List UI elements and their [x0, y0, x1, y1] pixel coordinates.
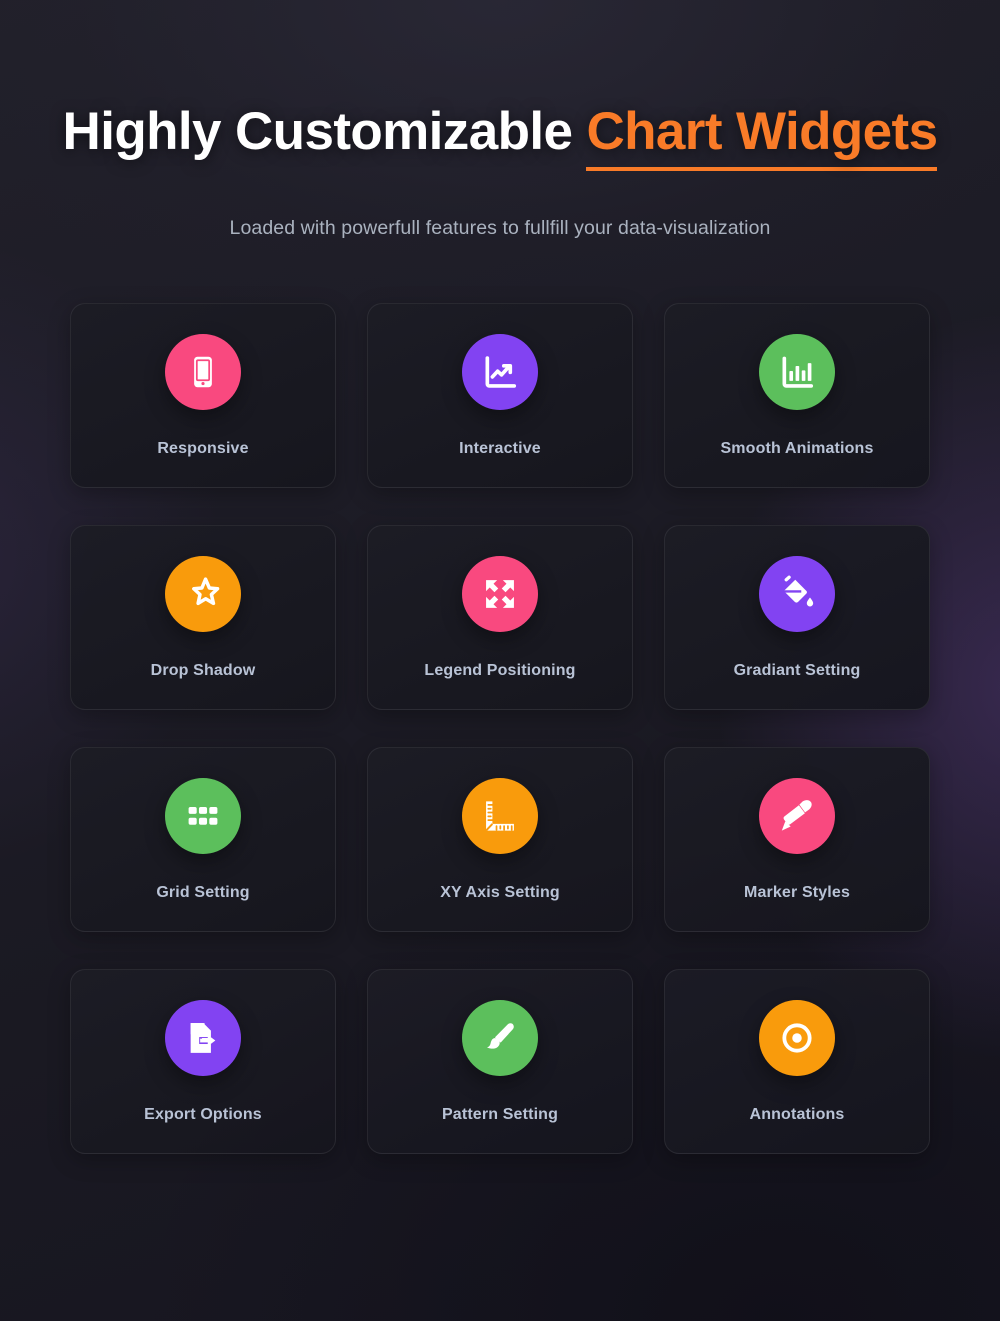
- page-header: Highly Customizable Chart Widgets Loaded…: [0, 0, 1000, 240]
- feature-card[interactable]: Export Options: [70, 969, 336, 1154]
- marker-pen-icon: [759, 777, 835, 854]
- ruler-icon: [462, 777, 538, 854]
- feature-card-label: Export Options: [144, 1105, 262, 1123]
- page-title-accent: Chart Widgets: [586, 105, 938, 171]
- feature-card-label: Pattern Setting: [441, 1105, 559, 1123]
- feature-card-label: Smooth Animations: [720, 439, 874, 457]
- paint-bucket-icon: [759, 555, 835, 632]
- feature-card-label: Legend Positioning: [424, 661, 576, 679]
- bullseye-target-icon: [759, 999, 835, 1076]
- feature-card[interactable]: Responsive: [70, 303, 336, 488]
- feature-card-label: Annotations: [749, 1105, 845, 1123]
- feature-card-label: Marker Styles: [743, 883, 850, 901]
- feature-card[interactable]: Gradiant Setting: [664, 525, 930, 710]
- feature-card[interactable]: Legend Positioning: [367, 525, 633, 710]
- feature-card-label: Gradiant Setting: [733, 661, 861, 679]
- feature-card[interactable]: Grid Setting: [70, 747, 336, 932]
- feature-card-label: Drop Shadow: [150, 661, 256, 679]
- feature-card-grid: Responsive Interactive Smooth Animations Dr…: [70, 303, 930, 1154]
- mobile-phone-icon: [165, 333, 241, 410]
- feature-card[interactable]: Annotations: [664, 969, 930, 1154]
- line-chart-icon: [462, 333, 538, 410]
- paint-brush-icon: [462, 999, 538, 1076]
- grid-squares-icon: [165, 777, 241, 854]
- feature-showcase-page: Highly Customizable Chart Widgets Loaded…: [0, 0, 1000, 1321]
- expand-arrows-icon: [462, 555, 538, 632]
- feature-card-label: Interactive: [459, 439, 541, 457]
- bar-chart-icon: [759, 333, 835, 410]
- feature-card[interactable]: Marker Styles: [664, 747, 930, 932]
- feature-card-label: Grid Setting: [156, 883, 250, 901]
- feature-card[interactable]: Pattern Setting: [367, 969, 633, 1154]
- page-subtitle: Loaded with powerfull features to fullfi…: [229, 217, 771, 239]
- file-export-icon: [165, 999, 241, 1076]
- page-title-plain: Highly Customizable: [62, 102, 587, 161]
- feature-card-label: Responsive: [157, 439, 249, 457]
- page-title: Highly Customizable Chart Widgets: [0, 104, 1000, 171]
- feature-card[interactable]: Interactive: [367, 303, 633, 488]
- feature-card[interactable]: XY Axis Setting: [367, 747, 633, 932]
- feature-card[interactable]: Smooth Animations: [664, 303, 930, 488]
- feature-card[interactable]: Drop Shadow: [70, 525, 336, 710]
- half-star-icon: [165, 555, 241, 632]
- feature-card-label: XY Axis Setting: [440, 883, 560, 901]
